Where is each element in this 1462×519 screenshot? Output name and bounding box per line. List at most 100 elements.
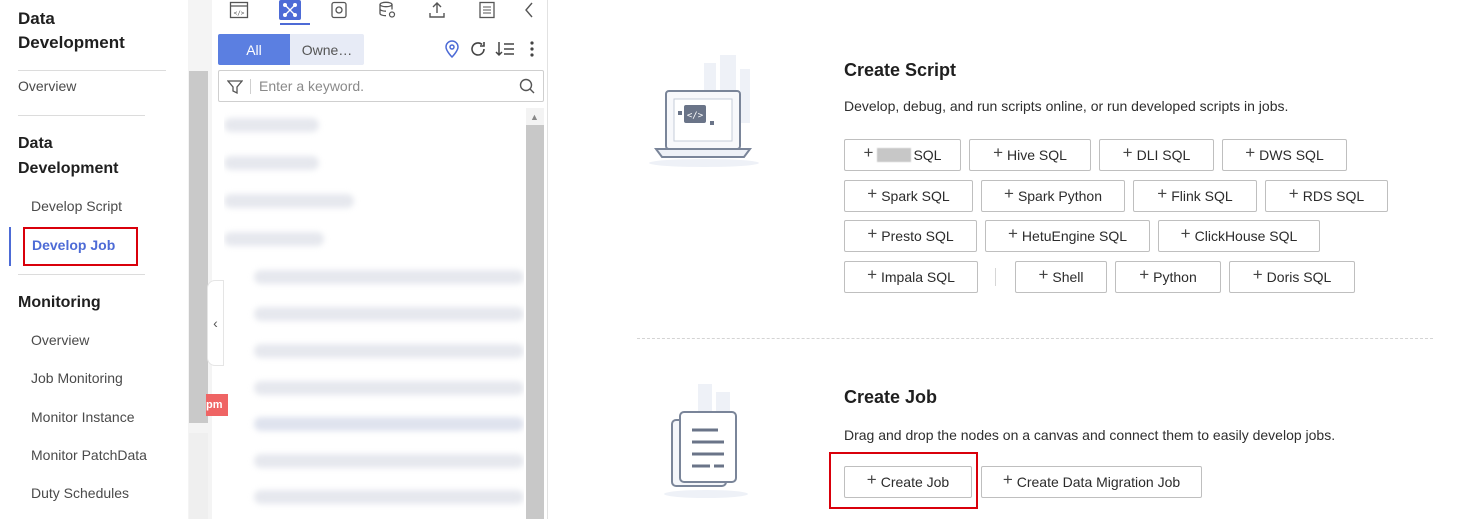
nav-divider: [18, 274, 145, 275]
plus-icon: +: [1252, 265, 1263, 284]
plus-icon: +: [993, 143, 1003, 162]
more-options-icon[interactable]: [522, 39, 542, 59]
nav-item-develop-job[interactable]: Develop Job: [23, 227, 138, 266]
plus-icon: +: [867, 184, 878, 203]
collapse-panel-button[interactable]: ‹: [207, 280, 224, 366]
left-navigation: Data Development Overview Data Developme…: [0, 0, 188, 519]
plus-icon: +: [1122, 143, 1133, 162]
nav-scrollbar-thumb[interactable]: [189, 71, 208, 423]
tree-search-box: [218, 70, 544, 102]
plus-icon: +: [866, 470, 877, 489]
nav-item-monitoring-overview[interactable]: Overview: [31, 330, 89, 350]
tab-all[interactable]: All: [218, 34, 290, 65]
nav-item-monitor-patchdata[interactable]: Monitor PatchData: [31, 445, 147, 465]
create-flink-sql-button[interactable]: + Flink SQL: [1133, 180, 1257, 212]
create-dws-sql-button[interactable]: + DWS SQL: [1222, 139, 1347, 171]
tree-search-input[interactable]: [259, 76, 509, 96]
svg-text:</>: </>: [234, 10, 245, 17]
job-icon[interactable]: [279, 0, 301, 20]
list-item[interactable]: [254, 307, 524, 321]
create-job-button[interactable]: + Create Job: [844, 466, 972, 498]
search-icon[interactable]: [519, 78, 535, 99]
document-stack-illustration: [654, 382, 774, 507]
create-hetuengine-sql-button[interactable]: + HetuEngine SQL: [985, 220, 1150, 252]
toolbar-active-underline: [280, 23, 310, 25]
list-item[interactable]: [254, 381, 524, 395]
nav-item-develop-script[interactable]: Develop Script: [31, 196, 122, 216]
collapse-left-icon[interactable]: [518, 0, 540, 20]
list-item[interactable]: [224, 156, 319, 170]
document-icon[interactable]: [476, 0, 498, 20]
search-separator: [250, 79, 251, 94]
script-icon[interactable]: </>: [228, 0, 250, 20]
create-shell-button[interactable]: + Shell: [1015, 261, 1107, 293]
plus-icon: +: [1288, 184, 1299, 203]
create-impala-sql-button[interactable]: + Impala SQL: [844, 261, 978, 293]
create-script-description: Develop, debug, and run scripts online, …: [844, 98, 1289, 114]
nav-item-monitor-instance[interactable]: Monitor Instance: [31, 407, 135, 427]
filter-icon[interactable]: [226, 79, 244, 100]
create-rds-sql-button[interactable]: + RDS SQL: [1265, 180, 1388, 212]
plus-icon: +: [1245, 143, 1256, 162]
create-hive-sql-button[interactable]: + Hive SQL: [969, 139, 1091, 171]
plus-icon: +: [1038, 265, 1049, 284]
job-tree-list: [224, 112, 524, 512]
plus-icon: +: [1139, 265, 1150, 284]
red-tag: pm: [206, 394, 228, 416]
database-icon[interactable]: [376, 0, 398, 20]
job-tree-panel: </> All Owne… Enter a keyword. ▲: [212, 0, 548, 519]
nav-scrollbar-track: [189, 433, 208, 519]
list-item[interactable]: [254, 454, 524, 468]
create-spark-sql-button[interactable]: + Spark SQL: [844, 180, 973, 212]
plus-icon: +: [1004, 184, 1014, 203]
tab-owner[interactable]: Owne…: [290, 34, 364, 65]
list-item[interactable]: [224, 118, 319, 132]
nav-item-job-monitoring[interactable]: Job Monitoring: [31, 368, 123, 388]
plus-icon: +: [863, 143, 874, 162]
create-clickhouse-sql-button[interactable]: + ClickHouse SQL: [1158, 220, 1320, 252]
nav-active-indicator: [9, 227, 11, 266]
nav-section-data-development: Data Development: [18, 135, 119, 177]
list-item[interactable]: [224, 194, 354, 208]
upload-icon[interactable]: [426, 0, 448, 20]
section-divider: [637, 338, 1433, 339]
nav-divider: [18, 70, 166, 71]
create-sql-button[interactable]: + SQL: [844, 139, 961, 171]
create-data-migration-job-button[interactable]: + Create Data Migration Job: [981, 466, 1202, 498]
sort-icon[interactable]: [495, 39, 515, 59]
nav-section-monitoring: Monitoring: [18, 294, 101, 311]
svg-text:</>: </>: [687, 111, 704, 121]
nav-item-duty-schedules[interactable]: Duty Schedules: [31, 483, 129, 503]
tree-scrollbar-thumb[interactable]: [526, 125, 544, 519]
list-item[interactable]: [254, 270, 524, 284]
nav-divider: [18, 115, 145, 116]
create-job-description: Drag and drop the nodes on a canvas and …: [844, 427, 1336, 443]
list-item[interactable]: [224, 232, 324, 246]
laptop-code-illustration: </>: [644, 55, 784, 180]
plus-icon: +: [1002, 470, 1013, 489]
list-item[interactable]: [254, 417, 524, 431]
button-group-separator: [995, 268, 996, 286]
scroll-up-arrow-icon[interactable]: ▲: [530, 112, 539, 122]
plus-icon: +: [1007, 224, 1018, 243]
list-item[interactable]: [254, 344, 524, 358]
nav-item-overview[interactable]: Overview: [18, 76, 76, 96]
locate-icon[interactable]: [442, 39, 462, 59]
resource-icon[interactable]: [328, 0, 350, 20]
list-item[interactable]: [254, 490, 524, 504]
create-job-title: Create Job: [844, 387, 938, 407]
create-script-title: Create Script: [844, 60, 957, 80]
plus-icon: +: [867, 265, 877, 284]
refresh-icon[interactable]: [468, 39, 488, 59]
main-content: </> Create Script Develop, debug, and ru…: [549, 0, 1462, 519]
create-python-button[interactable]: + Python: [1115, 261, 1221, 293]
plus-icon: +: [1180, 224, 1191, 243]
nav-title: Data Development: [18, 9, 125, 52]
plus-icon: +: [867, 224, 878, 243]
create-dli-sql-button[interactable]: + DLI SQL: [1099, 139, 1214, 171]
create-spark-python-button[interactable]: + Spark Python: [981, 180, 1125, 212]
redacted-text: [877, 148, 912, 162]
create-presto-sql-button[interactable]: + Presto SQL: [844, 220, 977, 252]
plus-icon: +: [1157, 184, 1168, 203]
create-doris-sql-button[interactable]: + Doris SQL: [1229, 261, 1355, 293]
